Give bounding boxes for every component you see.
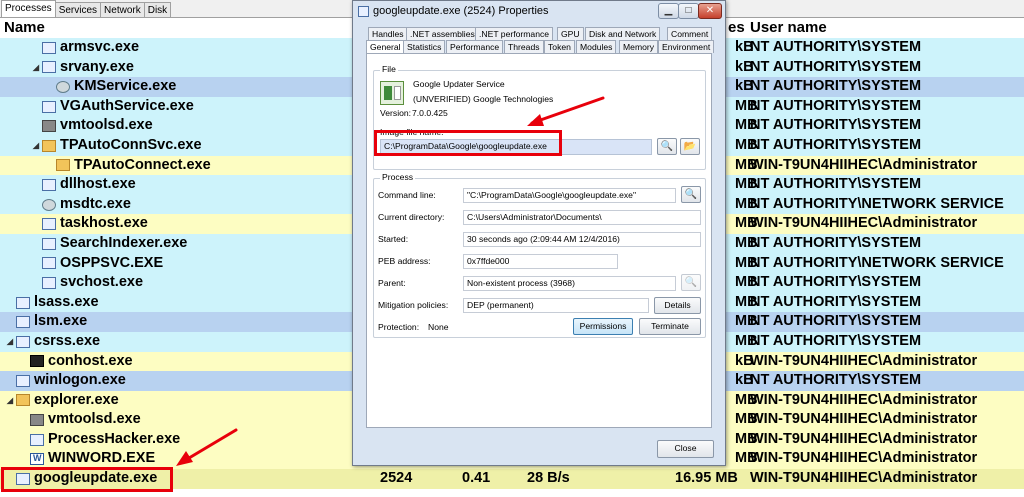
annotation-arrows	[176, 96, 605, 466]
arrow-to-image-path	[530, 96, 605, 125]
arrowhead	[527, 114, 544, 126]
arrowhead	[176, 451, 193, 466]
arrow-to-googleupdate-row	[182, 428, 238, 463]
